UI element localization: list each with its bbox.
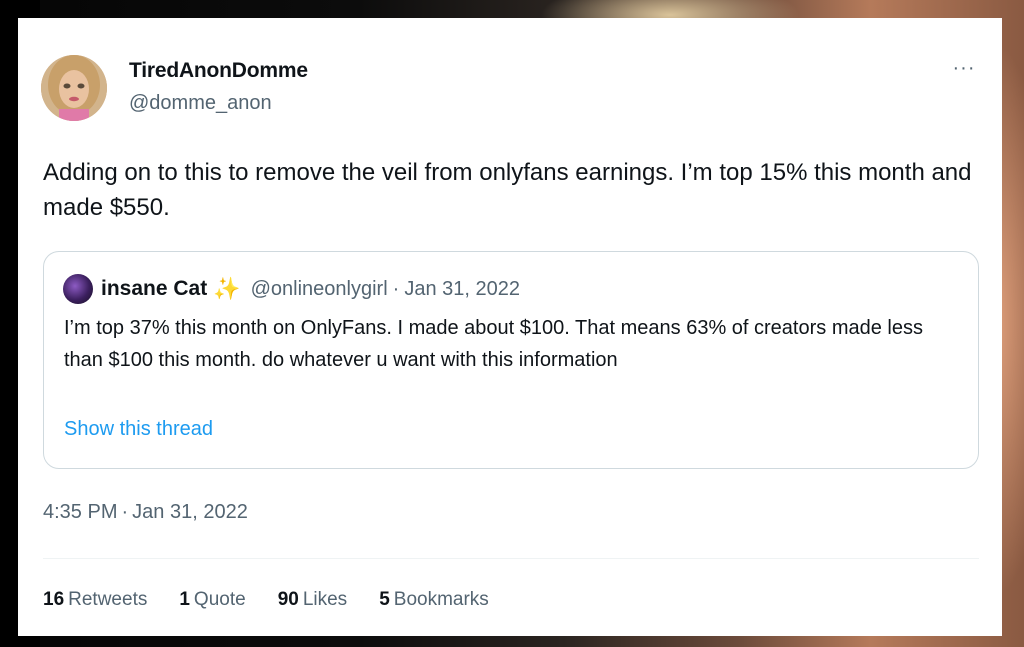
likes-count: 90 — [277, 589, 299, 610]
retweets-stat[interactable]: 16 Retweets — [43, 589, 147, 611]
bookmarks-stat[interactable]: 5 Bookmarks — [379, 589, 489, 611]
divider — [43, 558, 979, 559]
quoted-tweet[interactable]: insane Cat ✨ @onlineonlygirl · Jan 31, 2… — [43, 251, 979, 469]
timestamp-date: Jan 31, 2022 — [132, 501, 248, 523]
quoted-author-display-name: insane Cat — [101, 277, 208, 300]
more-options-button[interactable]: ··· — [946, 58, 982, 82]
author-handle[interactable]: @domme_anon — [129, 92, 272, 115]
quotes-label: Quote — [193, 589, 246, 610]
sparkles-icon: ✨ — [213, 276, 241, 301]
quoted-tweet-text: I’m top 37% this month on OnlyFans. I ma… — [64, 317, 923, 371]
quoted-tweet-header: insane Cat ✨ @onlineonlygirl · Jan 31, 2… — [63, 274, 520, 304]
quoted-author-avatar — [63, 274, 93, 304]
tweet-text: Adding on to this to remove the veil fro… — [43, 159, 972, 221]
quoted-author-handle: @onlineonlygirl — [250, 277, 388, 300]
retweets-label: Retweets — [68, 589, 148, 610]
separator-dot: · — [392, 277, 400, 300]
avatar-image — [41, 55, 107, 121]
tweet-card: TiredAnonDomme @domme_anon ··· Adding on… — [18, 18, 1002, 636]
bookmarks-count: 5 — [379, 589, 390, 610]
show-thread-link[interactable]: Show this thread — [64, 418, 213, 441]
quoted-tweet-date: Jan 31, 2022 — [404, 277, 520, 300]
retweets-count: 16 — [43, 589, 65, 610]
quotes-stat[interactable]: 1 Quote — [179, 589, 245, 611]
author-avatar[interactable] — [41, 55, 107, 121]
author-display-name[interactable]: TiredAnonDomme — [129, 59, 308, 83]
more-horizontal-icon: ··· — [952, 57, 976, 79]
engagement-stats: 16 Retweets 1 Quote 90 Likes 5 Bookmarks — [43, 589, 521, 611]
bookmarks-label: Bookmarks — [393, 589, 489, 610]
tweet-timestamp[interactable]: 4:35 PM · Jan 31, 2022 — [43, 501, 248, 524]
timestamp-time: 4:35 PM — [43, 501, 118, 523]
separator-dot: · — [121, 501, 129, 523]
quotes-count: 1 — [179, 589, 190, 610]
likes-label: Likes — [302, 589, 348, 610]
likes-stat[interactable]: 90 Likes — [278, 589, 348, 611]
